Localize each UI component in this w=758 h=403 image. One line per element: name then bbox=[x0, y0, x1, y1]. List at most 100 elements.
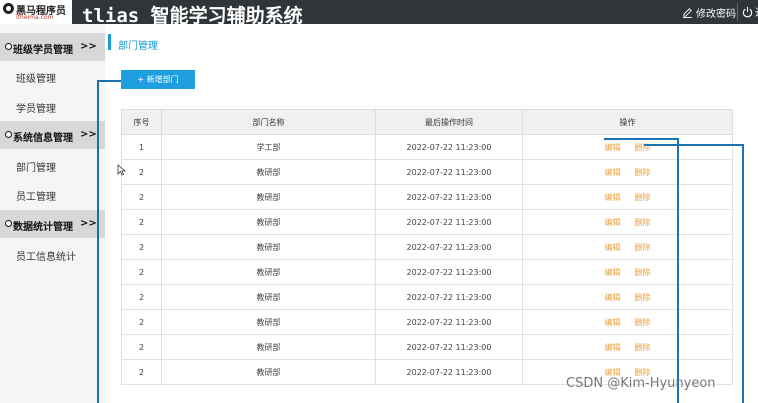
annotation-line bbox=[97, 80, 99, 403]
cell-time: 2022-07-22 11:23:00 bbox=[375, 134, 523, 160]
edit-link[interactable]: 编辑 bbox=[605, 343, 621, 352]
cell-no: 2 bbox=[121, 184, 162, 210]
cell-time: 2022-07-22 11:23:00 bbox=[375, 334, 523, 360]
table-row: 2 教研部 2022-07-22 11:23:00 编辑 删除 bbox=[121, 234, 733, 260]
watermark: CSDN @Kim-Hyunyeon bbox=[566, 376, 716, 391]
delete-link[interactable]: 删除 bbox=[635, 343, 651, 352]
top-header: 黑马程序员 itheima.com tlias 智能学习辅助系统 修改密码 退出 bbox=[0, 0, 758, 27]
power-icon bbox=[742, 6, 753, 17]
expand-arrow-icon: >> bbox=[80, 129, 97, 140]
edit-link[interactable]: 编辑 bbox=[605, 193, 621, 202]
sidebar-group-label: 系统信息管理 bbox=[13, 133, 73, 144]
add-department-button[interactable]: + 新增部门 bbox=[121, 70, 195, 89]
cell-name: 教研部 bbox=[161, 309, 376, 335]
cell-name: 教研部 bbox=[161, 359, 376, 385]
delete-link[interactable]: 删除 bbox=[635, 268, 651, 277]
logout-button[interactable]: 退出 bbox=[742, 4, 758, 19]
cell-name: 教研部 bbox=[161, 334, 376, 360]
sidebar-item-class[interactable]: 班级管理 bbox=[16, 70, 56, 85]
logo[interactable]: 黑马程序员 itheima.com bbox=[0, 0, 72, 24]
edit-icon bbox=[682, 7, 693, 18]
expand-arrow-icon: >> bbox=[80, 41, 97, 52]
col-header-no: 序号 bbox=[121, 109, 162, 135]
col-header-time: 最后操作时间 bbox=[375, 109, 523, 135]
table-row: 2 教研部 2022-07-22 11:23:00 编辑 删除 bbox=[121, 209, 733, 235]
cell-no: 2 bbox=[121, 159, 162, 185]
delete-link[interactable]: 删除 bbox=[635, 218, 651, 227]
cell-time: 2022-07-22 11:23:00 bbox=[375, 159, 523, 185]
cell-no: 2 bbox=[121, 359, 162, 385]
logo-icon bbox=[3, 3, 14, 14]
group-bullet-icon bbox=[5, 43, 12, 50]
annotation-line bbox=[97, 80, 121, 82]
sidebar-group-system-info[interactable]: 系统信息管理 >> bbox=[0, 121, 105, 149]
sidebar-group-data-stats[interactable]: 数据统计管理 >> bbox=[0, 210, 105, 238]
cell-name: 教研部 bbox=[161, 284, 376, 310]
edit-link[interactable]: 编辑 bbox=[605, 218, 621, 227]
header-divider bbox=[737, 3, 738, 21]
delete-link[interactable]: 删除 bbox=[635, 243, 651, 252]
cell-time: 2022-07-22 11:23:00 bbox=[375, 259, 523, 285]
app-title: tlias 智能学习辅助系统 bbox=[82, 5, 303, 27]
logo-url: itheima.com bbox=[16, 14, 54, 21]
table-row: 2 教研部 2022-07-22 11:23:00 编辑 删除 bbox=[121, 159, 733, 185]
sidebar-item-student[interactable]: 学员管理 bbox=[16, 100, 56, 115]
cell-name: 教研部 bbox=[161, 184, 376, 210]
edit-link[interactable]: 编辑 bbox=[605, 318, 621, 327]
table-row: 2 教研部 2022-07-22 11:23:00 编辑 删除 bbox=[121, 184, 733, 210]
cell-actions: 编辑 删除 bbox=[522, 334, 733, 360]
sidebar-item-employee-stats[interactable]: 员工信息统计 bbox=[16, 248, 76, 263]
change-password-button[interactable]: 修改密码 bbox=[682, 4, 736, 20]
annotation-line bbox=[604, 138, 679, 140]
delete-link[interactable]: 删除 bbox=[635, 318, 651, 327]
sidebar: 班级学员管理 >> 班级管理 学员管理 系统信息管理 >> 部门管理 员工管理 … bbox=[0, 24, 105, 403]
edit-link[interactable]: 编辑 bbox=[605, 168, 621, 177]
expand-arrow-icon: >> bbox=[80, 218, 97, 229]
cell-name: 教研部 bbox=[161, 209, 376, 235]
delete-link[interactable]: 删除 bbox=[635, 193, 651, 202]
cell-name: 教研部 bbox=[161, 259, 376, 285]
sidebar-group-label: 班级学员管理 bbox=[13, 45, 73, 56]
cell-time: 2022-07-22 11:23:00 bbox=[375, 359, 523, 385]
table-row: 2 教研部 2022-07-22 11:23:00 编辑 删除 bbox=[121, 259, 733, 285]
cell-no: 2 bbox=[121, 209, 162, 235]
edit-link[interactable]: 编辑 bbox=[605, 143, 621, 152]
cell-name: 学工部 bbox=[161, 134, 376, 160]
breadcrumb-accent bbox=[108, 34, 111, 50]
sidebar-group-class-student[interactable]: 班级学员管理 >> bbox=[0, 33, 105, 61]
edit-link[interactable]: 编辑 bbox=[605, 243, 621, 252]
cell-no: 2 bbox=[121, 334, 162, 360]
cell-time: 2022-07-22 11:23:00 bbox=[375, 234, 523, 260]
col-header-actions: 操作 bbox=[522, 109, 733, 135]
cell-no: 1 bbox=[121, 134, 162, 160]
annotation-line bbox=[742, 144, 744, 403]
delete-link[interactable]: 删除 bbox=[635, 293, 651, 302]
department-table: 序号 部门名称 最后操作时间 操作 1 学工部 2022-07-22 11:23:0… bbox=[121, 109, 733, 385]
table-row: 2 教研部 2022-07-22 11:23:00 编辑 删除 bbox=[121, 334, 733, 360]
group-bullet-icon bbox=[5, 131, 12, 138]
sidebar-item-department[interactable]: 部门管理 bbox=[16, 159, 56, 174]
table-row: 2 教研部 2022-07-22 11:23:00 编辑 删除 bbox=[121, 309, 733, 335]
cell-no: 2 bbox=[121, 284, 162, 310]
table-row: 2 教研部 2022-07-22 11:23:00 编辑 删除 bbox=[121, 284, 733, 310]
cell-name: 教研部 bbox=[161, 234, 376, 260]
annotation-line bbox=[677, 138, 679, 403]
sidebar-group-label: 数据统计管理 bbox=[13, 222, 73, 233]
edit-link[interactable]: 编辑 bbox=[605, 293, 621, 302]
cell-no: 2 bbox=[121, 259, 162, 285]
cell-time: 2022-07-22 11:23:00 bbox=[375, 209, 523, 235]
cell-time: 2022-07-22 11:23:00 bbox=[375, 309, 523, 335]
group-bullet-icon bbox=[5, 220, 12, 227]
col-header-name: 部门名称 bbox=[161, 109, 376, 135]
mouse-cursor-icon bbox=[117, 164, 126, 176]
cell-no: 2 bbox=[121, 309, 162, 335]
cell-actions: 编辑 删除 bbox=[522, 234, 733, 260]
delete-link[interactable]: 删除 bbox=[635, 168, 651, 177]
cell-actions: 编辑 删除 bbox=[522, 159, 733, 185]
cell-name: 教研部 bbox=[161, 159, 376, 185]
sidebar-item-employee[interactable]: 员工管理 bbox=[16, 188, 56, 203]
cell-time: 2022-07-22 11:23:00 bbox=[375, 184, 523, 210]
edit-link[interactable]: 编辑 bbox=[605, 268, 621, 277]
cell-actions: 编辑 删除 bbox=[522, 209, 733, 235]
cell-actions: 编辑 删除 bbox=[522, 184, 733, 210]
